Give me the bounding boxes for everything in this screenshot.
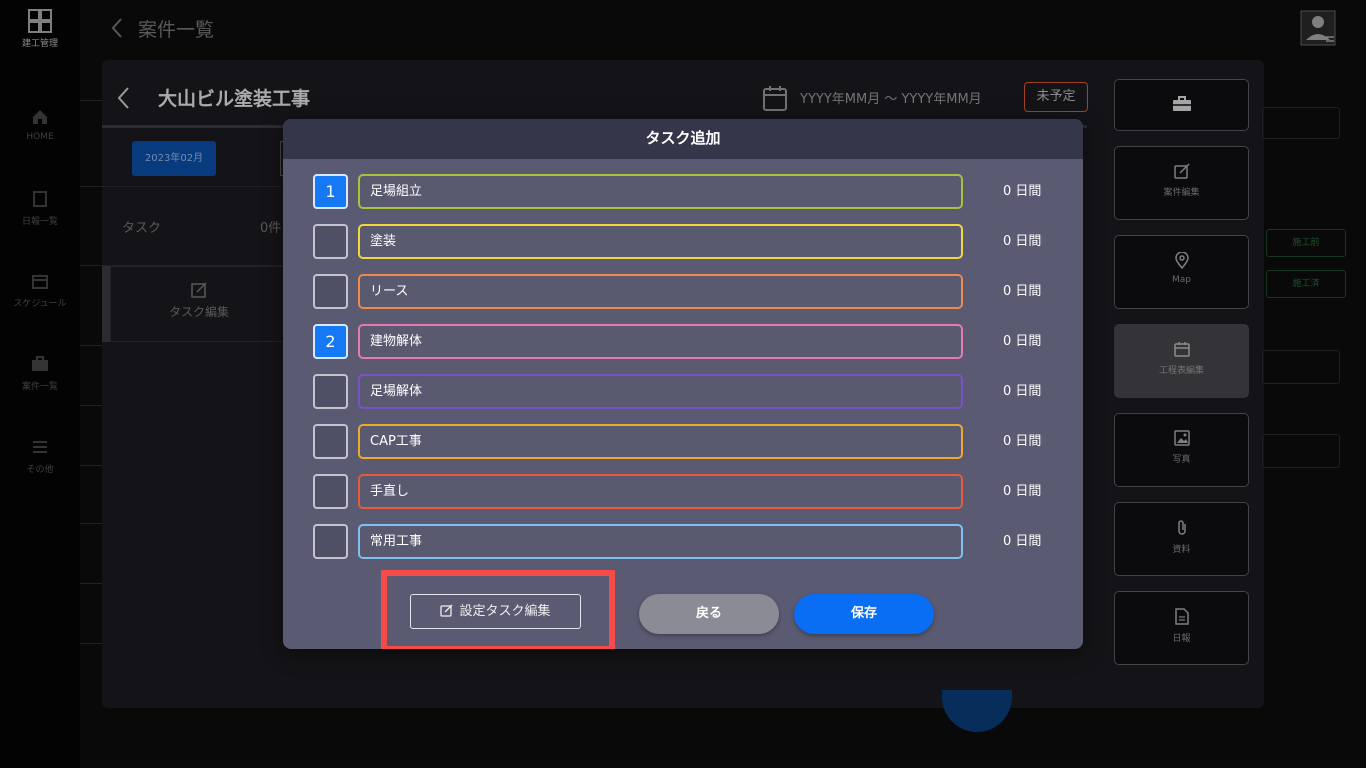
task-days: 0 日間 <box>1003 484 1042 499</box>
task-order-checkbox[interactable] <box>313 524 348 559</box>
app-root: 建工管理 HOME 日報一覧 スケジュール 案件一覧 その他 案件一覧 大山ビル… <box>0 0 1366 768</box>
modal-title: タスク追加 <box>283 119 1083 159</box>
task-row: 足場解体 0 日間 <box>283 373 1083 409</box>
task-order-checkbox[interactable] <box>313 274 348 309</box>
task-days: 0 日間 <box>1003 384 1042 399</box>
task-order-checkbox[interactable]: 1 <box>313 174 348 209</box>
back-button[interactable]: 戻る <box>639 594 779 634</box>
task-name[interactable]: 手直し <box>358 474 963 509</box>
task-order-checkbox[interactable] <box>313 474 348 509</box>
edit-tasks-button[interactable]: 設定タスク編集 <box>410 594 581 629</box>
task-name[interactable]: 足場解体 <box>358 374 963 409</box>
task-row: 塗装 0 日間 <box>283 223 1083 259</box>
task-name[interactable]: 塗装 <box>358 224 963 259</box>
task-order-checkbox[interactable]: 2 <box>313 324 348 359</box>
task-name[interactable]: 建物解体 <box>358 324 963 359</box>
task-name[interactable]: 足場組立 <box>358 174 963 209</box>
task-days: 0 日間 <box>1003 434 1042 449</box>
edit-icon <box>440 604 453 617</box>
task-days: 0 日間 <box>1003 234 1042 249</box>
task-row: CAP工事 0 日間 <box>283 423 1083 459</box>
task-name[interactable]: リース <box>358 274 963 309</box>
task-add-modal: タスク追加 1 足場組立 0 日間 塗装 0 日間 リース 0 日間 2 建物解… <box>283 119 1083 649</box>
task-days: 0 日間 <box>1003 284 1042 299</box>
edit-tasks-label: 設定タスク編集 <box>459 604 551 619</box>
task-name[interactable]: 常用工事 <box>358 524 963 559</box>
task-row: 1 足場組立 0 日間 <box>283 173 1083 209</box>
task-days: 0 日間 <box>1003 334 1042 349</box>
task-days: 0 日間 <box>1003 184 1042 199</box>
task-order-checkbox[interactable] <box>313 224 348 259</box>
save-button[interactable]: 保存 <box>794 594 934 634</box>
task-row: リース 0 日間 <box>283 273 1083 309</box>
task-row: 手直し 0 日間 <box>283 473 1083 509</box>
task-row: 2 建物解体 0 日間 <box>283 323 1083 359</box>
task-days: 0 日間 <box>1003 534 1042 549</box>
task-name[interactable]: CAP工事 <box>358 424 963 459</box>
task-order-checkbox[interactable] <box>313 374 348 409</box>
task-order-checkbox[interactable] <box>313 424 348 459</box>
task-row: 常用工事 0 日間 <box>283 523 1083 559</box>
